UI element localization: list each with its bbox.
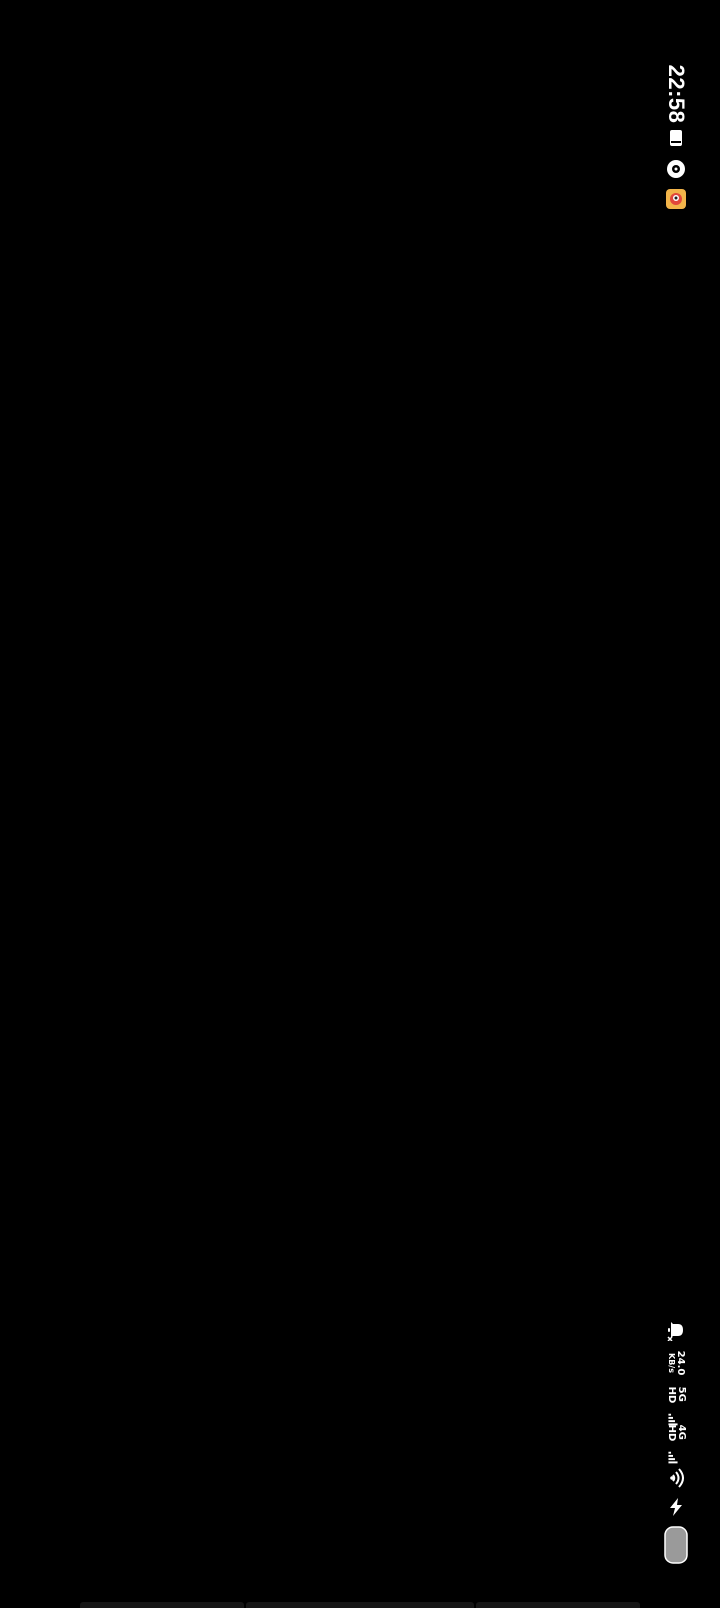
mute-icon [665,1319,687,1341]
screenshot-icon [669,129,683,147]
status-time: 22:58 [664,64,689,124]
signal-5g-label: 5G HD [666,1386,687,1404]
charging-icon [668,1498,684,1516]
app-notification-icon [666,189,686,209]
wifi-icon [665,1467,687,1489]
battery-icon [663,1525,689,1565]
music-icon [666,159,686,179]
network-speed-unit: KB/s [667,1353,676,1373]
gesture-bar[interactable] [0,1602,720,1608]
network-speed: 24.0 KB/s [667,1350,686,1376]
signal-5g: 5G HD [666,1386,687,1426]
network-speed-value: 24.0 [675,1350,686,1376]
signal-4g-label: 4G HD [666,1424,687,1442]
gesture-segment-left [80,1602,244,1608]
signal-4g: 4G HD [666,1424,687,1464]
status-bar: 22:58 24.0 KB/s 5G HD 4G HD [656,0,696,1608]
gesture-segment-right [476,1602,640,1608]
gesture-segment-center [246,1602,474,1608]
black-screen: 22:58 24.0 KB/s 5G HD 4G HD [0,0,720,1608]
signal-bars-icon [668,1451,678,1464]
signal-bars-icon [668,1413,678,1426]
